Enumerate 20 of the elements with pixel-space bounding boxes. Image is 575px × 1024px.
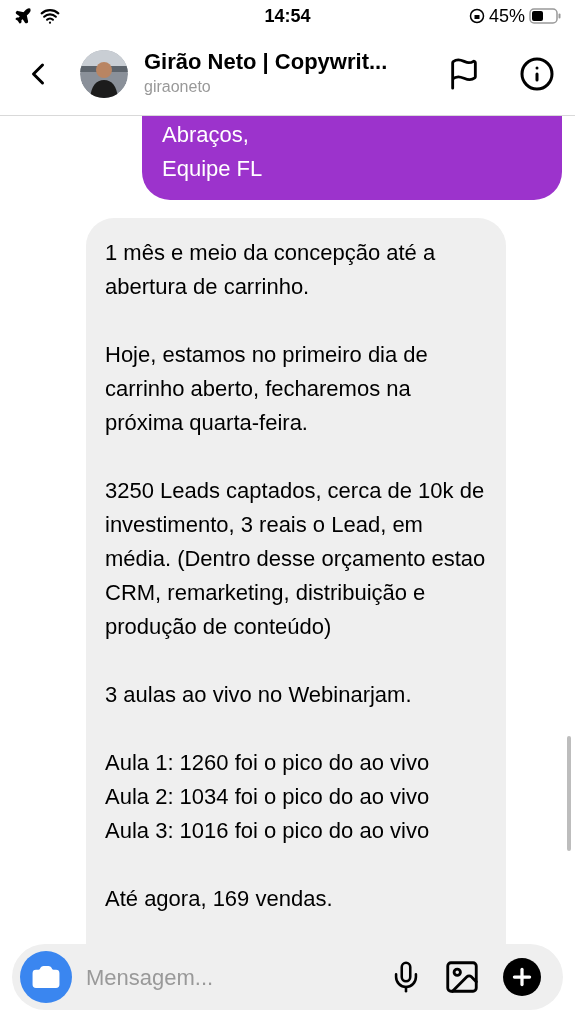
message-text: 3 aulas ao vivo no Webinarjam. (105, 681, 413, 709)
add-button[interactable] (503, 958, 541, 996)
contact-name: Girão Neto | Copywrit... (144, 47, 389, 76)
battery-percentage: 45% (489, 4, 525, 28)
gallery-button[interactable] (443, 958, 481, 996)
message-text: Até agora, 169 vendas. (105, 885, 334, 913)
message-text: Hoje, estamos no primeiro dia de carrinho aberto, fecharemos na próxima quarta-feira. (105, 341, 429, 437)
contact-username: giraoneto (144, 77, 212, 98)
status-time: 14:54 (264, 4, 311, 28)
info-button[interactable] (519, 55, 555, 92)
airplane-icon (14, 7, 32, 25)
wifi-icon (40, 6, 60, 26)
message-text: Abraços, Equipe FL (162, 121, 264, 183)
message-composer[interactable]: Mensagem... (12, 944, 563, 1010)
camera-button[interactable] (20, 951, 72, 1003)
battery-icon (529, 8, 561, 24)
message-text: 3250 Leads captados, cerca de 10k de investimento, 3 reais o Lead, em média. (Dentro desse orçamento estao CRM, remarketing, distribuição e produção de conteúdo) (105, 477, 487, 641)
message-text: Aula 1: 1260 foi o pico do ao vivo Aula 2: 1034 foi o pico do ao vivo Aula 3: 1016 foi o pico do ao vivo (105, 749, 431, 845)
message-text: 1 mês e meio da concepção até a abertura de carrinho. (105, 239, 437, 301)
rotation-lock-icon (469, 8, 485, 24)
